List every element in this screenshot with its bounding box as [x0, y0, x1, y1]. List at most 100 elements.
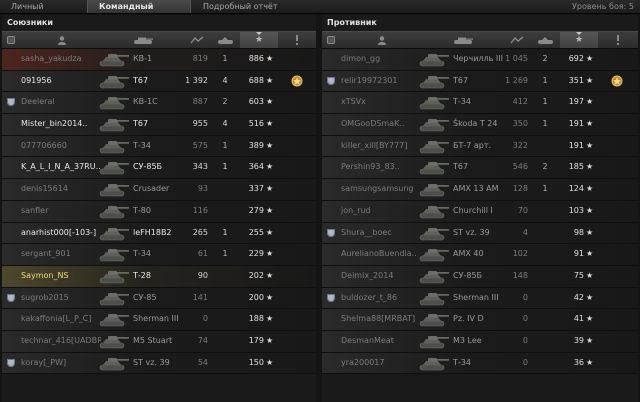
- damage-value: 546: [512, 162, 528, 172]
- xp-value: 39: [573, 335, 584, 345]
- player-row[interactable]: Deeleral КВ-1С 887 2 603 ★: [2, 92, 316, 115]
- player-row[interactable]: sanfler Т-80 116 279 ★: [2, 200, 316, 223]
- achievements-column-header[interactable]: [598, 32, 638, 48]
- player-name[interactable]: Mister_bin2014..: [21, 114, 101, 134]
- squad-column-header[interactable]: [322, 32, 340, 48]
- player-row[interactable]: killer_xill[BY777] БТ-7 арт. 322 191 ★: [322, 135, 638, 158]
- player-name[interactable]: yra200017: [341, 353, 421, 373]
- enemies-panel: Противник ★ dimon_gg Черчилль III 1 045 2 69…: [322, 15, 638, 402]
- vehicle-name: СУ-85Б: [133, 162, 163, 172]
- xp-value: 191: [568, 140, 584, 150]
- player-name[interactable]: K_A_L_I_N_A_37RU..: [21, 157, 101, 177]
- player-row[interactable]: xTSVx Т-34 412 1 197 ★: [322, 92, 638, 115]
- damage-column-header[interactable]: [182, 32, 212, 48]
- damage-value: 322: [512, 140, 528, 150]
- tab-personal-result[interactable]: Личный результат: [0, 0, 86, 24]
- player-row[interactable]: DesmanMeat M3 Lee 0 39 ★: [322, 330, 638, 353]
- squad-column-header[interactable]: [2, 32, 20, 48]
- player-row[interactable]: samsungsamsung AMX 13 AM 128 1 124 ★: [322, 179, 638, 201]
- xp-value: 229: [248, 249, 264, 259]
- tank-icon: [99, 205, 129, 219]
- player-row[interactable]: 077706660 Т-34 575 1 389 ★: [2, 135, 316, 158]
- player-name[interactable]: sugrob2015: [21, 288, 101, 308]
- player-column-header[interactable]: [340, 32, 424, 48]
- player-name[interactable]: killer_xill[BY777]: [341, 136, 421, 156]
- damage-column-header[interactable]: [502, 32, 532, 48]
- player-row[interactable]: Saymon_NS Т-28 90 202 ★: [2, 265, 316, 288]
- player-name[interactable]: Pershin93_83..: [341, 157, 421, 177]
- damage-value: 141: [192, 292, 208, 302]
- medal-icon[interactable]: [610, 74, 624, 88]
- xp-value: 124: [568, 184, 584, 194]
- player-name[interactable]: anarhist000[-103-]: [21, 223, 101, 243]
- frags-value: 1: [542, 184, 548, 194]
- player-name[interactable]: Shelma88[MRBAT]: [341, 309, 421, 329]
- tank-icon: [99, 314, 129, 327]
- player-row[interactable]: Deimix_2014 СУ-85Б 148 75 ★: [322, 265, 638, 288]
- player-row[interactable]: koray[_PW] ST vz. 39 54 150 ★: [2, 352, 316, 375]
- player-name[interactable]: sergant_901: [21, 244, 101, 264]
- vehicle-column-header[interactable]: [104, 32, 182, 48]
- player-name[interactable]: kakaffonia[L_P_C]: [21, 309, 101, 329]
- tab-detailed-report[interactable]: Подробный отчёт: [192, 0, 292, 13]
- player-name[interactable]: dimon_gg: [341, 49, 421, 69]
- player-name[interactable]: koray[_PW]: [21, 353, 101, 373]
- vehicle-name: СУ-85: [133, 292, 157, 302]
- player-row[interactable]: sergant_901 Т-34 61 1 229 ★: [2, 244, 316, 266]
- player-name[interactable]: xTSVx: [341, 92, 421, 112]
- frags-column-header[interactable]: [532, 32, 560, 48]
- player-name[interactable]: technar_416[UADBR]: [21, 331, 101, 351]
- player-row[interactable]: dimon_gg Черчилль III 1 045 2 692 ★: [322, 49, 638, 71]
- player-row[interactable]: Shura__boec ST vz. 39 4 98 ★: [322, 222, 638, 245]
- player-row[interactable]: Mister_bin2014.. T67 955 4 516 ★: [2, 114, 316, 136]
- vehicle-column-header[interactable]: [424, 32, 502, 48]
- tab-team-result[interactable]: Командный результат: [87, 0, 191, 24]
- achievements-column-header[interactable]: [278, 32, 316, 48]
- player-name[interactable]: denis15614: [21, 179, 101, 199]
- player-name[interactable]: AurelianoBuendia..: [341, 244, 421, 264]
- player-name[interactable]: jon_rud: [341, 201, 421, 221]
- player-row[interactable]: denis15614 Crusader 93 337 ★: [2, 179, 316, 201]
- player-row[interactable]: relir19972301 T67 1 269 1 351 ★: [322, 70, 638, 93]
- player-name[interactable]: 091956: [21, 71, 101, 91]
- player-row[interactable]: technar_416[UADBR] M5 Stuart 74 179 ★: [2, 330, 316, 353]
- player-name[interactable]: 077706660: [21, 136, 101, 156]
- player-name[interactable]: samsungsamsung: [341, 179, 421, 199]
- frags-value: [218, 309, 232, 329]
- player-row[interactable]: Pershin93_83.. T67 546 2 185 ★: [322, 157, 638, 180]
- frags-column-header[interactable]: [212, 32, 240, 48]
- player-name[interactable]: DesmanMeat: [341, 331, 421, 351]
- player-row[interactable]: K_A_L_I_N_A_37RU.. СУ-85Б 343 1 364 ★: [2, 157, 316, 180]
- player-name[interactable]: sasha_yakudza: [21, 49, 101, 69]
- player-name[interactable]: Deeleral: [21, 92, 101, 112]
- frags-value: 1: [222, 162, 228, 172]
- xp-column-header[interactable]: ★: [560, 32, 598, 48]
- sort-desc-icon: [576, 32, 582, 35]
- player-column-header[interactable]: [20, 32, 104, 48]
- player-name[interactable]: sanfler: [21, 201, 101, 221]
- player-name[interactable]: Deimix_2014: [341, 266, 421, 286]
- player-row[interactable]: jon_rud Churchill I 70 103 ★: [322, 200, 638, 223]
- player-row[interactable]: anarhist000[-103-] leFH18B2 265 1 255 ★: [2, 222, 316, 245]
- player-name[interactable]: Saymon_NS: [21, 266, 101, 286]
- player-row[interactable]: yra200017 Т-34 0 36 ★: [322, 352, 638, 375]
- damage-value: 0: [522, 292, 528, 302]
- xp-column-header[interactable]: ★: [240, 32, 278, 48]
- player-row[interactable]: OMGooDSmaK.. Škoda T 24 350 1 191 ★: [322, 114, 638, 136]
- player-row[interactable]: kakaffonia[L_P_C] Sherman III 0 188 ★: [2, 309, 316, 331]
- player-row[interactable]: Shelma88[MRBAT] Pz. IV D 0 41 ★: [322, 309, 638, 331]
- medal-icon[interactable]: [290, 74, 304, 88]
- player-row[interactable]: buldozer_t_86 Sherman III 0 42 ★: [322, 287, 638, 310]
- player-row[interactable]: 091956 T67 1 392 4 688 ★: [2, 70, 316, 93]
- player-name[interactable]: OMGooDSmaK..: [341, 114, 421, 134]
- player-name[interactable]: relir19972301: [341, 71, 421, 91]
- player-row[interactable]: sasha_yakudza КВ-1 819 1 886 ★: [2, 49, 316, 71]
- vehicle-name: Черчилль III: [453, 54, 503, 63]
- player-name[interactable]: Shura__boec: [341, 223, 421, 243]
- player-name[interactable]: buldozer_t_86: [341, 288, 421, 308]
- frags-value: 1: [222, 227, 228, 237]
- tank-icon: [99, 357, 129, 370]
- player-row[interactable]: sugrob2015 СУ-85 141 200 ★: [2, 287, 316, 310]
- damage-value: 93: [197, 184, 208, 194]
- player-row[interactable]: AurelianoBuendia.. AMX 40 102 91 ★: [322, 244, 638, 266]
